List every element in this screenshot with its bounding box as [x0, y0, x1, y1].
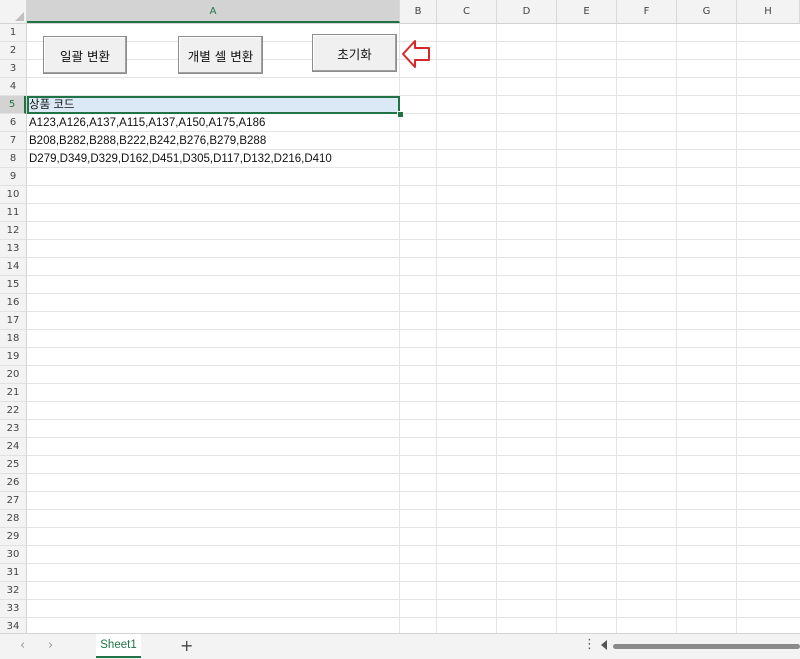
row-header-10[interactable]: 10 [0, 186, 26, 204]
column-header-h[interactable]: H [737, 0, 800, 23]
row-header-24[interactable]: 24 [0, 438, 26, 456]
row-header-8[interactable]: 8 [0, 150, 26, 168]
row-header-14[interactable]: 14 [0, 258, 26, 276]
column-header-g[interactable]: G [677, 0, 737, 23]
selected-cell-a5[interactable] [27, 96, 400, 114]
row-gridline [27, 473, 800, 474]
fill-handle[interactable] [397, 111, 404, 118]
more-options-icon[interactable]: ⋮ [583, 637, 596, 652]
row-gridline [27, 455, 800, 456]
column-gridline [676, 24, 677, 633]
column-gridline [736, 24, 737, 633]
row-header-16[interactable]: 16 [0, 294, 26, 312]
cell-a7[interactable]: B208,B282,B288,B222,B242,B276,B279,B288 [29, 132, 266, 150]
row-header-33[interactable]: 33 [0, 600, 26, 618]
sheet-tab-sheet1[interactable]: Sheet1 [96, 634, 141, 658]
row-header-3[interactable]: 3 [0, 60, 26, 78]
row-header-12[interactable]: 12 [0, 222, 26, 240]
row-gridline [27, 581, 800, 582]
reset-button[interactable]: 초기화 [312, 34, 397, 72]
add-sheet-icon[interactable]: + [180, 636, 193, 655]
row-gridline [27, 329, 800, 330]
column-header-b[interactable]: B [400, 0, 437, 23]
column-header-e[interactable]: E [557, 0, 617, 23]
bulk-convert-button[interactable]: 일괄 변환 [43, 36, 127, 74]
row-header-27[interactable]: 27 [0, 492, 26, 510]
row-gridline [27, 239, 800, 240]
row-gridline [27, 221, 800, 222]
row-header-20[interactable]: 20 [0, 366, 26, 384]
row-gridline [27, 383, 800, 384]
row-gridline [27, 275, 800, 276]
cell-a5[interactable]: 상품 코드 [29, 96, 75, 114]
row-gridline [27, 311, 800, 312]
cell-a6[interactable]: A123,A126,A137,A115,A137,A150,A175,A186 [29, 114, 265, 132]
row-header-7[interactable]: 7 [0, 132, 26, 150]
row-header-21[interactable]: 21 [0, 384, 26, 402]
row-header-1[interactable]: 1 [0, 24, 26, 42]
scroll-left-icon[interactable] [601, 640, 607, 650]
row-header-31[interactable]: 31 [0, 564, 26, 582]
column-gridline [496, 24, 497, 633]
row-header-29[interactable]: 29 [0, 528, 26, 546]
row-header-6[interactable]: 6 [0, 114, 26, 132]
row-gridline [27, 599, 800, 600]
row-header-bar: 1 2 3 4 5 6 7 8 9 10 11 12 13 14 15 16 17 18 19 20 21 22 23 24 2… [0, 24, 27, 633]
row-gridline [27, 77, 800, 78]
column-header-a[interactable]: A [27, 0, 400, 23]
row-header-9[interactable]: 9 [0, 168, 26, 186]
column-header-f[interactable]: F [617, 0, 677, 23]
row-gridline [27, 203, 800, 204]
row-header-5[interactable]: 5 [0, 96, 26, 114]
row-gridline [27, 419, 800, 420]
row-header-23[interactable]: 23 [0, 420, 26, 438]
row-header-13[interactable]: 13 [0, 240, 26, 258]
row-gridline [27, 257, 800, 258]
row-gridline [27, 365, 800, 366]
row-gridline [27, 509, 800, 510]
row-header-30[interactable]: 30 [0, 546, 26, 564]
horizontal-scrollbar-thumb[interactable] [613, 644, 800, 649]
row-gridline [27, 545, 800, 546]
row-header-26[interactable]: 26 [0, 474, 26, 492]
left-arrow-icon [402, 40, 430, 68]
prev-sheet-icon[interactable]: ‹ [20, 638, 25, 653]
column-gridline [436, 24, 437, 633]
row-header-19[interactable]: 19 [0, 348, 26, 366]
row-header-18[interactable]: 18 [0, 330, 26, 348]
row-gridline [27, 617, 800, 618]
row-gridline [27, 563, 800, 564]
row-gridline [27, 293, 800, 294]
row-gridline [27, 401, 800, 402]
column-header-d[interactable]: D [497, 0, 557, 23]
next-sheet-icon[interactable]: › [48, 638, 53, 653]
row-header-2[interactable]: 2 [0, 42, 26, 60]
row-gridline [27, 185, 800, 186]
row-header-34[interactable]: 34 [0, 618, 26, 633]
row-header-22[interactable]: 22 [0, 402, 26, 420]
column-gridline [616, 24, 617, 633]
column-gridline [556, 24, 557, 633]
row-header-11[interactable]: 11 [0, 204, 26, 222]
row-header-25[interactable]: 25 [0, 456, 26, 474]
row-header-28[interactable]: 28 [0, 510, 26, 528]
row-gridline [27, 491, 800, 492]
row-gridline [27, 437, 800, 438]
select-all-corner[interactable] [0, 0, 27, 23]
row-gridline [27, 347, 800, 348]
row-header-4[interactable]: 4 [0, 78, 26, 96]
row-header-17[interactable]: 17 [0, 312, 26, 330]
column-header-c[interactable]: C [437, 0, 497, 23]
individual-cell-convert-button[interactable]: 개별 셀 변환 [178, 36, 263, 74]
sheet-tab-bar: ‹ › Sheet1 + ⋮ [0, 633, 800, 659]
row-header-32[interactable]: 32 [0, 582, 26, 600]
cell-a8[interactable]: D279,D349,D329,D162,D451,D305,D117,D132,… [29, 150, 332, 168]
column-header-bar: A B C D E F G H [0, 0, 800, 24]
row-gridline [27, 527, 800, 528]
row-header-15[interactable]: 15 [0, 276, 26, 294]
